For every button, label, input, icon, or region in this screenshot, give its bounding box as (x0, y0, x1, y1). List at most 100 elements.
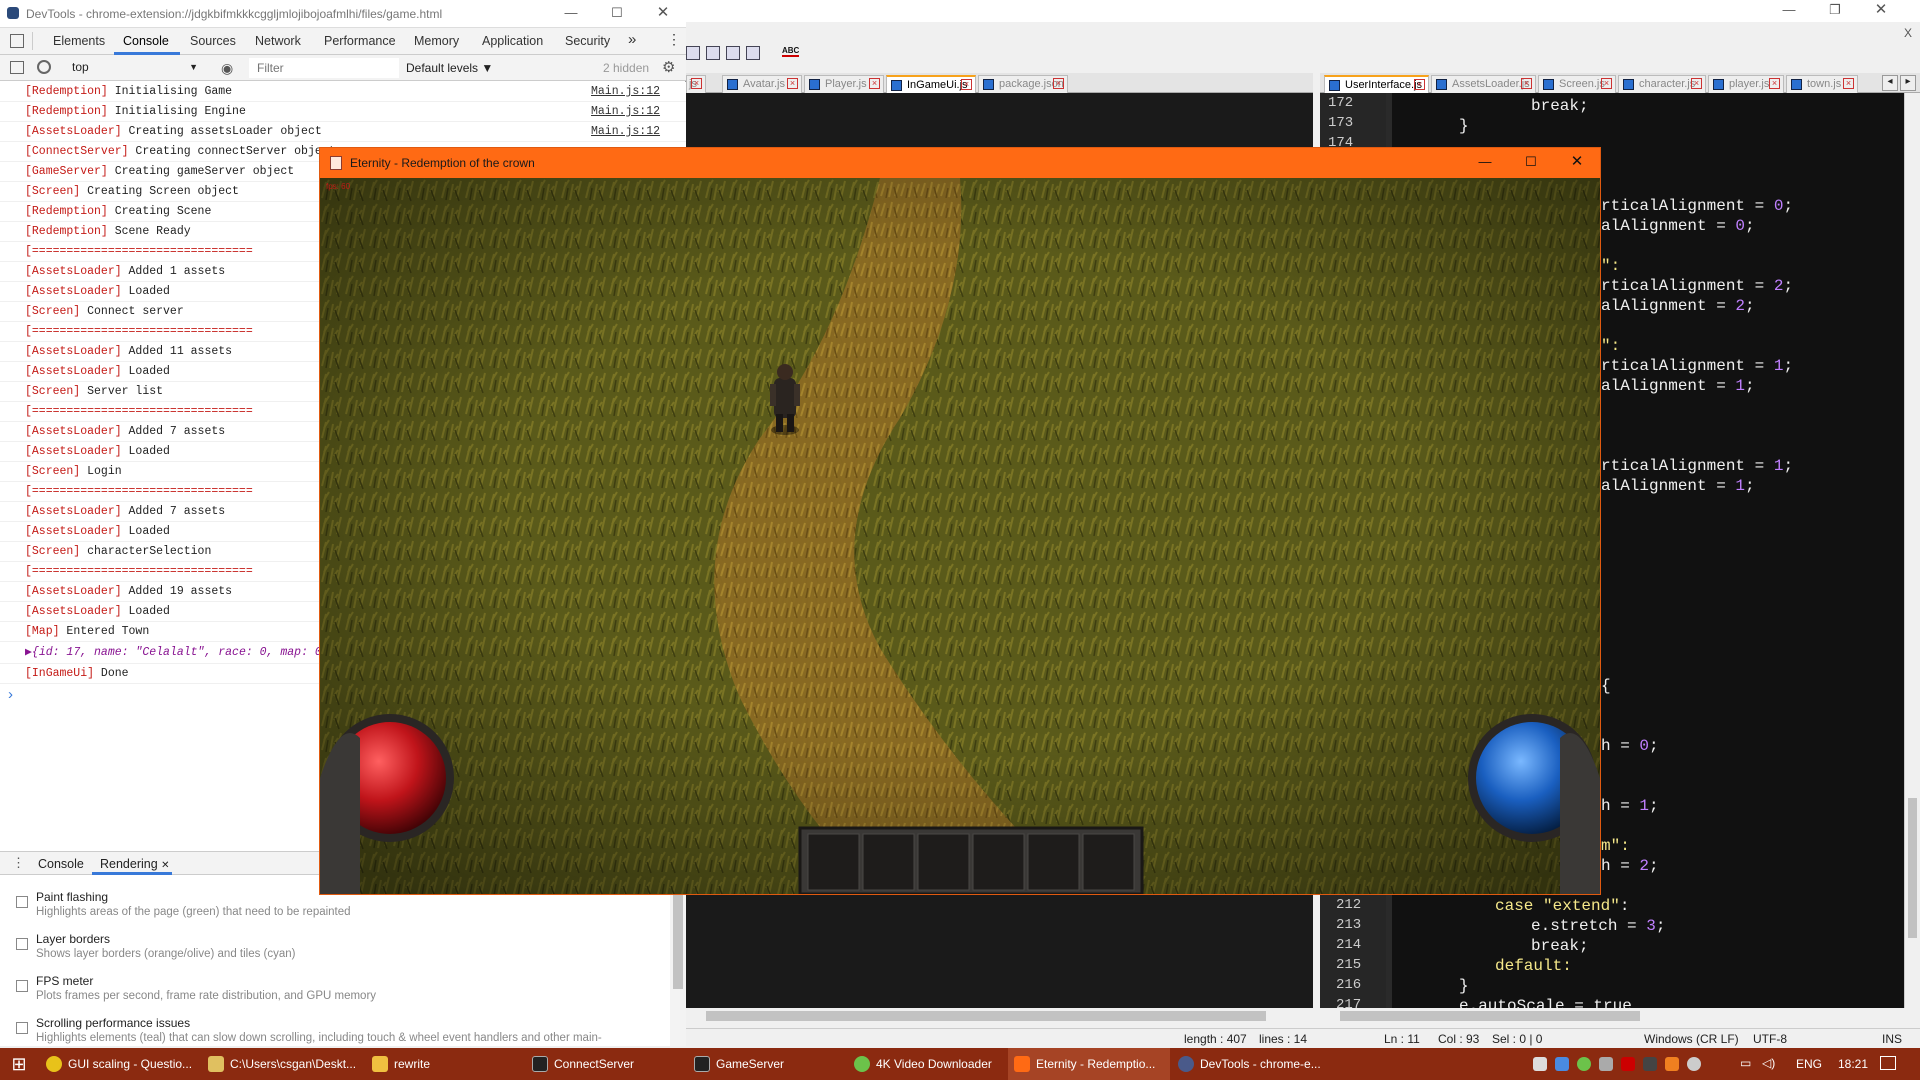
tab-console[interactable]: Console (123, 34, 169, 48)
game-viewport[interactable]: fps: 60 (320, 178, 1600, 894)
tab-elements[interactable]: Elements (53, 34, 105, 48)
tray-icon[interactable] (1555, 1057, 1569, 1071)
taskbar-item[interactable]: ConnectServer (526, 1048, 686, 1080)
context-selector[interactable]: top ▼ (62, 57, 206, 77)
taskbar-item[interactable]: DevTools - chrome-e... (1172, 1048, 1332, 1080)
status-eol[interactable]: Windows (CR LF) (1644, 1032, 1739, 1046)
hotbar-slot[interactable] (1027, 833, 1080, 891)
inspect-element-icon[interactable] (10, 34, 24, 48)
devtools-panel-tabs: Elements Console Sources Network Perform… (0, 28, 686, 55)
source-link[interactable]: Main.js:12 (591, 102, 660, 121)
tray-icon[interactable] (1665, 1057, 1679, 1071)
left-horizontal-scrollbar[interactable] (686, 1008, 1313, 1024)
scrolling-issues-checkbox[interactable] (16, 1022, 28, 1034)
start-button[interactable]: ⊞ (0, 1048, 38, 1080)
maximize-button[interactable]: ☐ (594, 3, 640, 25)
minimize-button[interactable]: — (548, 3, 594, 25)
taskbar-item[interactable]: 4K Video Downloader (848, 1048, 1008, 1080)
tab-scroll-right-button[interactable]: ▸ (1900, 75, 1916, 91)
close-button[interactable]: ✕ (1858, 0, 1904, 22)
minimize-button[interactable]: — (1766, 0, 1812, 22)
tray-icon[interactable] (1621, 1057, 1635, 1071)
tab-ingameui[interactable]: InGameUi.js × (886, 75, 976, 93)
clear-console-icon[interactable] (37, 60, 51, 74)
spellcheck-icon[interactable]: ABC (782, 46, 800, 57)
scroll-thumb[interactable] (1908, 798, 1917, 938)
tray-icon[interactable] (1577, 1057, 1591, 1071)
close-document-button[interactable]: X (1904, 26, 1912, 40)
system-tray-icons[interactable] (1533, 1057, 1733, 1071)
layer-borders-checkbox[interactable] (16, 938, 28, 950)
tab-player[interactable]: Player.js × (804, 75, 884, 93)
taskbar-item[interactable]: GUI scaling - Questio... (40, 1048, 198, 1080)
console-settings-gear-icon[interactable]: ⚙ (662, 58, 675, 76)
macro-run-icon[interactable] (726, 46, 740, 60)
tray-icon[interactable] (1533, 1057, 1547, 1071)
tab-scroll-left-button[interactable]: ◂ (1882, 75, 1898, 91)
rendering-scrollbar[interactable] (670, 875, 686, 1046)
tray-icon[interactable] (1643, 1057, 1657, 1071)
taskbar-item[interactable]: C:\Users\csgan\Deskt... (202, 1048, 364, 1080)
tab-character[interactable]: character.js × (1618, 75, 1706, 93)
tab-town[interactable]: town.js × (1786, 75, 1858, 93)
devtools-menu-icon[interactable]: ⋮ (667, 31, 681, 48)
right-vertical-scrollbar[interactable] (1904, 93, 1920, 1008)
hotbar-slot[interactable] (807, 833, 860, 891)
tab-userinterface[interactable]: UserInterface.js × (1324, 75, 1429, 93)
fps-meter-checkbox[interactable] (16, 980, 28, 992)
tab-security[interactable]: Security (565, 34, 610, 48)
scroll-thumb[interactable] (1340, 1011, 1640, 1021)
tray-icon[interactable] (1599, 1057, 1613, 1071)
tab-avatar[interactable]: Avatar.js × (722, 75, 802, 93)
macro-stop-icon[interactable] (686, 46, 700, 60)
macro-save-icon[interactable] (746, 46, 760, 60)
hotbar-slot[interactable] (862, 833, 915, 891)
tab-application[interactable]: Application (482, 34, 543, 48)
tab-js[interactable]: js × (686, 75, 706, 93)
tab-performance[interactable]: Performance (324, 34, 396, 48)
status-encoding[interactable]: UTF-8 (1753, 1032, 1787, 1046)
live-expression-eye-icon[interactable]: ◉ (221, 60, 233, 77)
close-button[interactable]: ✕ (640, 3, 686, 25)
maximize-button[interactable]: ☐ (1508, 152, 1554, 174)
clock[interactable]: 18:21 (1838, 1057, 1868, 1071)
tab-network[interactable]: Network (255, 34, 301, 48)
tab-player-lower[interactable]: player.js × (1708, 75, 1784, 93)
close-drawer-tab-icon[interactable]: ✕ (161, 860, 169, 871)
sidebar-toggle-icon[interactable] (10, 61, 24, 74)
console-prompt[interactable]: › (8, 686, 13, 703)
scroll-thumb[interactable] (706, 1011, 1266, 1021)
restore-button[interactable]: ❐ (1812, 0, 1858, 22)
taskbar-item[interactable]: GameServer (688, 1048, 846, 1080)
volume-icon[interactable]: ◁) (1762, 1056, 1775, 1070)
log-levels-dropdown[interactable]: Default levels ▼ (406, 61, 493, 75)
network-icon[interactable]: ▭ (1740, 1056, 1751, 1070)
tab-sources[interactable]: Sources (190, 34, 236, 48)
hotbar-slot[interactable] (1082, 833, 1135, 891)
code-line: ": (1601, 257, 1621, 275)
console-filter-input[interactable] (249, 58, 399, 78)
action-center-icon[interactable] (1880, 1056, 1896, 1070)
right-horizontal-scrollbar[interactable] (1320, 1008, 1920, 1024)
hotbar-slot[interactable] (972, 833, 1025, 891)
more-tabs-button[interactable]: » (628, 31, 636, 48)
language-indicator[interactable]: ENG (1796, 1057, 1822, 1071)
tab-assetsloader[interactable]: AssetsLoader.js × (1431, 75, 1536, 93)
notepadpp-titlebar: — ❐ ✕ (686, 0, 1920, 22)
drawer-tab-console[interactable]: Console (38, 857, 84, 871)
hotbar-slot[interactable] (917, 833, 970, 891)
taskbar-item-active[interactable]: Eternity - Redemptio... (1008, 1048, 1170, 1080)
tab-memory[interactable]: Memory (414, 34, 459, 48)
drawer-menu-icon[interactable]: ⋮ (12, 855, 25, 871)
source-link[interactable]: Main.js:12 (591, 82, 660, 101)
paint-flashing-checkbox[interactable] (16, 896, 28, 908)
drawer-tab-rendering[interactable]: Rendering ✕ (100, 857, 170, 871)
minimize-button[interactable]: — (1462, 152, 1508, 174)
taskbar-item[interactable]: rewrite (366, 1048, 524, 1080)
source-link[interactable]: Main.js:12 (591, 122, 660, 141)
close-button[interactable]: ✕ (1554, 152, 1600, 174)
macro-play-icon[interactable] (706, 46, 720, 60)
tab-package-json[interactable]: package.json × (978, 75, 1068, 93)
steam-icon[interactable] (1687, 1057, 1701, 1071)
tab-screen[interactable]: Screen.js × (1538, 75, 1616, 93)
